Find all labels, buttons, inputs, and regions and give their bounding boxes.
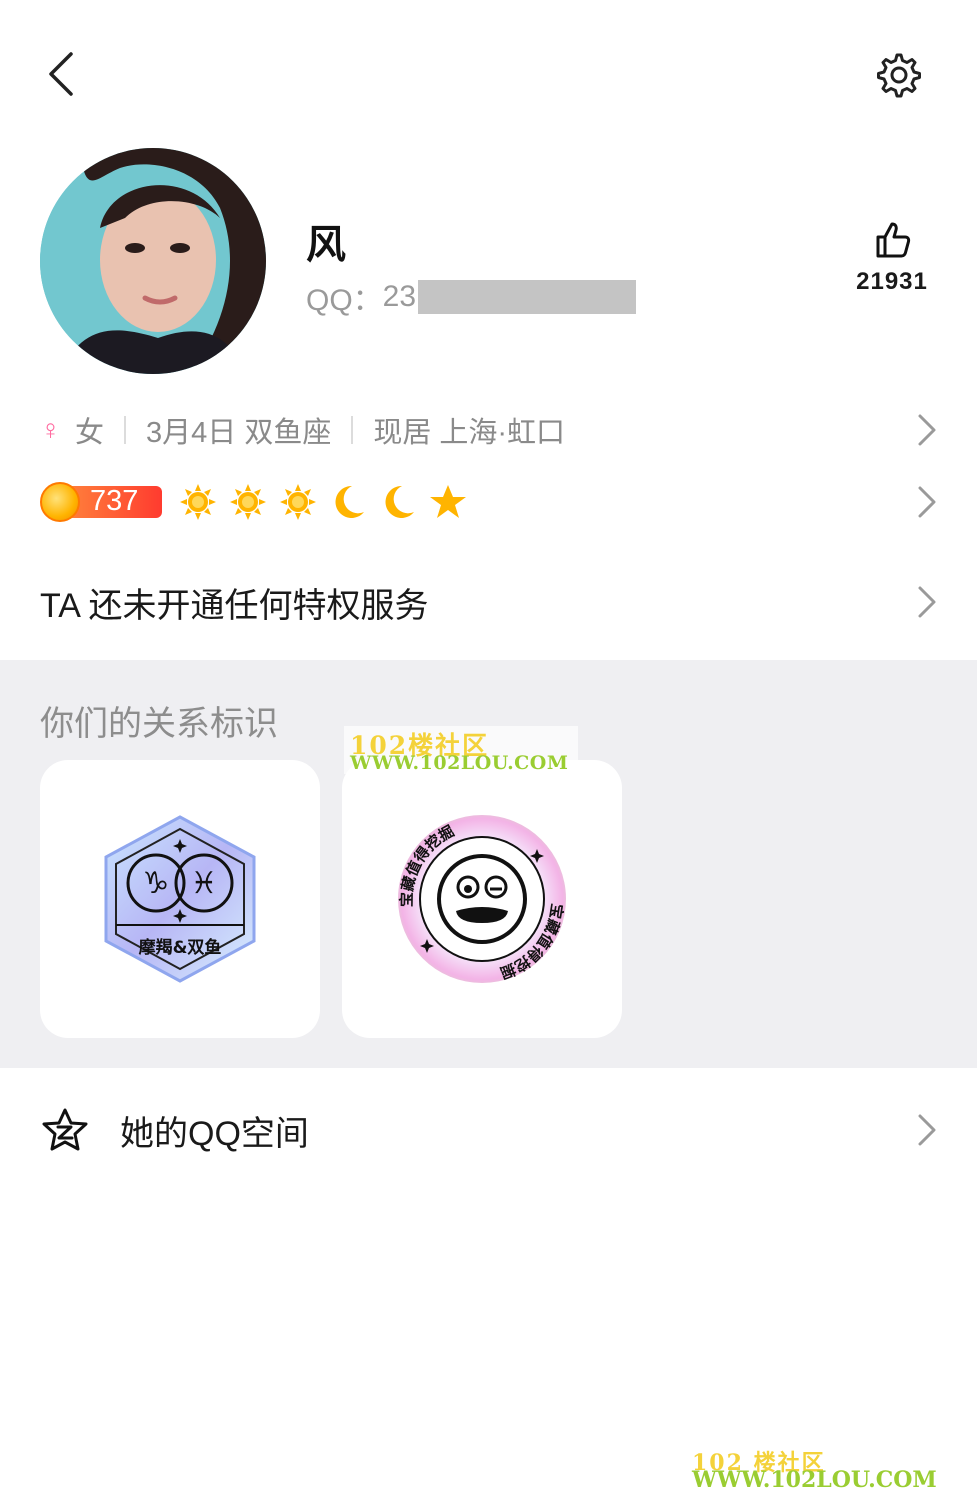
birthday-zodiac: 3月4日 双鱼座 bbox=[146, 417, 332, 449]
back-chevron-icon bbox=[49, 52, 73, 96]
avatar[interactable] bbox=[40, 148, 266, 374]
watermark-url: WWW.102LOU.COM bbox=[350, 752, 569, 774]
profile-header: 风 QQ： 23 21931 bbox=[0, 140, 977, 390]
like-count: 21931 bbox=[856, 268, 928, 295]
qq-redaction-block bbox=[418, 280, 637, 314]
chevron-right-icon bbox=[918, 586, 936, 618]
privilege-text: TA 还未开通任何特权服务 bbox=[40, 586, 429, 625]
zodiac-badge-icon: ♑ ♓ 摩羯&双鱼 bbox=[104, 815, 256, 983]
female-icon: ♀ bbox=[40, 414, 61, 445]
treasure-badge-icon: 宝藏值得挖掘 宝藏值得挖掘 bbox=[398, 815, 566, 983]
privilege-service-row[interactable]: TA 还未开通任何特权服务 bbox=[40, 572, 937, 632]
level-coin-icon bbox=[40, 482, 80, 522]
watermark-overlay: 102楼社区 WWW.102LOU.COM bbox=[344, 726, 578, 774]
thumbs-up-icon bbox=[876, 222, 911, 258]
relationship-section: 你们的关系标识 ♑ ♓ 摩羯&双鱼 宝藏值得挖掘 宝藏值得挖掘 bbox=[0, 660, 977, 1068]
qq-level-row[interactable]: 737 bbox=[40, 478, 937, 526]
moon-icon bbox=[328, 482, 368, 522]
top-bar bbox=[0, 0, 977, 140]
zodiac-relationship-card[interactable]: ♑ ♓ 摩羯&双鱼 bbox=[40, 760, 320, 1038]
back-button[interactable] bbox=[38, 48, 82, 100]
qzone-star-icon bbox=[40, 1105, 90, 1155]
star-icon bbox=[428, 482, 468, 522]
divider bbox=[351, 416, 354, 444]
qq-number: QQ： 23 bbox=[306, 275, 637, 319]
svg-text:♓: ♓ bbox=[191, 866, 218, 901]
sun-icon bbox=[278, 482, 318, 522]
qq-label: QQ： bbox=[306, 284, 383, 317]
zodiac-badge-label: 摩羯&双鱼 bbox=[139, 937, 222, 958]
watermark-bottom-url: WWW.102LOU.COM bbox=[692, 1467, 937, 1493]
sun-icon bbox=[228, 482, 268, 522]
qq-visible-digits: 23 bbox=[382, 280, 417, 313]
like-button[interactable]: 21931 bbox=[852, 220, 932, 296]
gear-icon bbox=[877, 53, 921, 98]
gender: 女 bbox=[75, 417, 105, 449]
treasure-relationship-card[interactable]: 宝藏值得挖掘 宝藏值得挖掘 bbox=[342, 760, 622, 1038]
profile-name: 风 bbox=[306, 223, 346, 267]
settings-button[interactable] bbox=[872, 48, 926, 102]
residence: 现居 上海·虹口 bbox=[373, 417, 566, 449]
relationship-title: 你们的关系标识 bbox=[40, 705, 278, 743]
qq-zone-label: 她的QQ空间 bbox=[120, 1114, 309, 1153]
chevron-right-icon bbox=[918, 486, 936, 518]
watermark-bottom: 102 楼社区 WWW.102LOU.COM bbox=[692, 1445, 962, 1497]
divider bbox=[124, 416, 127, 444]
chevron-right-icon bbox=[918, 1114, 936, 1146]
moon-icon bbox=[378, 482, 418, 522]
level-value: 737 bbox=[90, 485, 139, 517]
svg-text:♑: ♑ bbox=[143, 866, 170, 901]
sun-icon bbox=[178, 482, 218, 522]
chevron-right-icon bbox=[918, 414, 936, 446]
avatar-photo bbox=[40, 148, 266, 374]
level-badge: 737 bbox=[40, 482, 162, 522]
basic-info-row[interactable]: ♀ 女 3月4日 双鱼座 现居 上海·虹口 bbox=[40, 405, 937, 455]
qq-zone-row[interactable]: 她的QQ空间 bbox=[40, 1098, 937, 1162]
